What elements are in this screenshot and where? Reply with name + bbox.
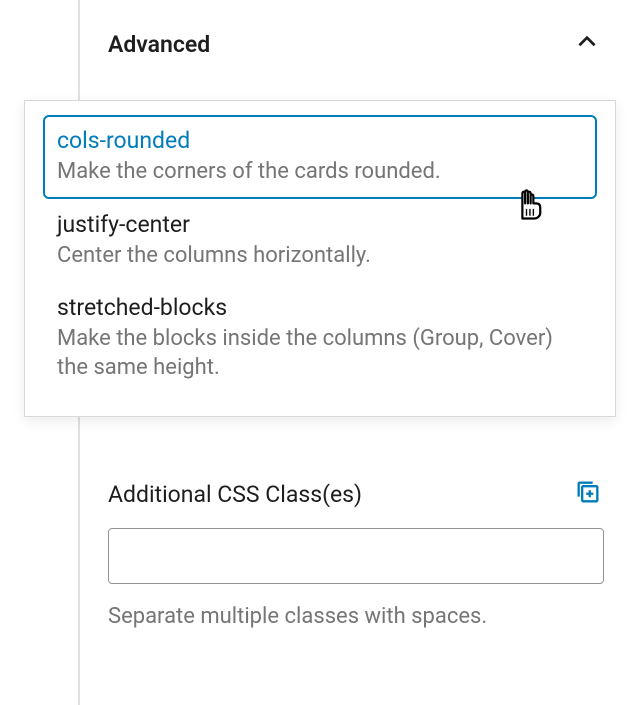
suggestion-name: stretched-blocks: [57, 294, 583, 321]
chevron-up-icon: [564, 25, 610, 64]
suggestion-justify-center[interactable]: justify-center Center the columns horizo…: [43, 199, 597, 283]
suggestion-desc: Make the corners of the cards rounded.: [57, 158, 583, 187]
suggestion-desc: Center the columns horizontally.: [57, 242, 583, 271]
css-classes-help: Separate multiple classes with spaces.: [108, 604, 604, 629]
suggestion-stretched-blocks[interactable]: stretched-blocks Make the blocks inside …: [43, 282, 597, 394]
css-class-suggestions-dropdown: cols-rounded Make the corners of the car…: [24, 100, 616, 417]
css-classes-label: Additional CSS Class(es): [108, 481, 362, 508]
panel-title: Advanced: [108, 31, 210, 58]
panel-header-advanced[interactable]: Advanced: [108, 20, 610, 68]
css-classes-input[interactable]: [108, 528, 604, 584]
suggestion-cols-rounded[interactable]: cols-rounded Make the corners of the car…: [43, 115, 597, 199]
additional-css-section: Additional CSS Class(es) Separate multip…: [108, 476, 604, 629]
suggestion-name: cols-rounded: [57, 127, 583, 154]
suggestion-desc: Make the blocks inside the columns (Grou…: [57, 325, 583, 382]
class-picker-icon[interactable]: [572, 476, 604, 512]
suggestion-name: justify-center: [57, 211, 583, 238]
